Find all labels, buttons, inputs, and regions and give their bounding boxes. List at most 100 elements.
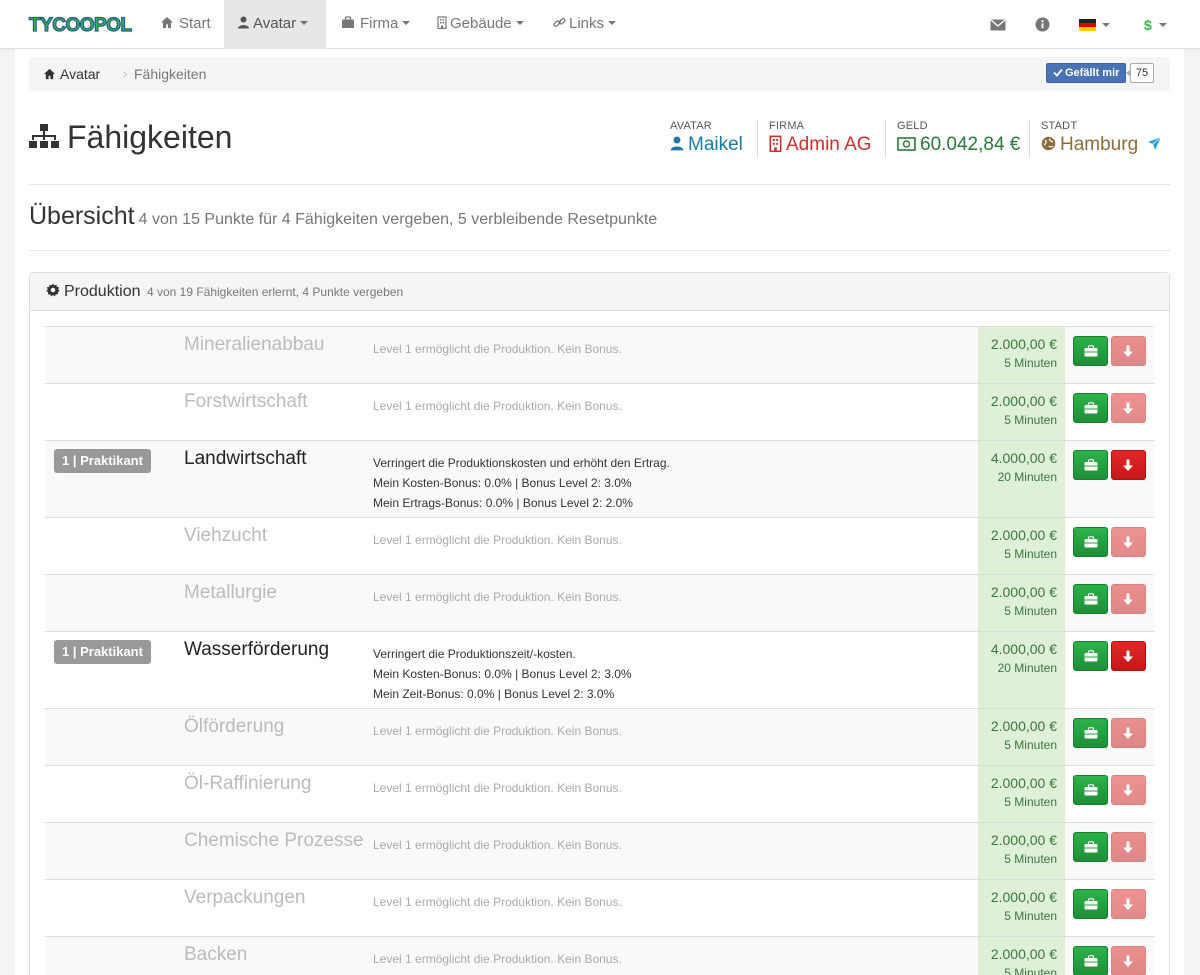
skill-name: Viehzucht — [184, 525, 268, 546]
plane-icon[interactable] — [1147, 136, 1162, 151]
stat-stadt-value[interactable]: Hamburg — [1041, 134, 1162, 156]
skill-description-line: Mein Kosten-Bonus: 0.0% | Bonus Level 2:… — [373, 476, 632, 490]
learn-skill-button[interactable] — [1073, 584, 1108, 614]
nav-avatar[interactable]: Avatar — [224, 0, 326, 49]
arrow-down-icon — [1123, 841, 1133, 853]
stat-divider — [757, 120, 758, 158]
learn-skill-button[interactable] — [1073, 889, 1108, 919]
reset-skill-button[interactable] — [1111, 641, 1146, 671]
sitemap-icon — [29, 124, 59, 148]
skill-level-badge: 1 | Praktikant — [54, 449, 151, 473]
breadcrumb-home-label: Avatar — [60, 66, 101, 82]
like-button[interactable]: Gefällt mir — [1046, 63, 1127, 83]
breadcrumb-home[interactable]: Avatar — [43, 66, 100, 82]
skill-cost: 2.000,00 € 5 Minuten — [978, 709, 1065, 765]
briefcase-icon — [1084, 898, 1098, 910]
skill-name: Öl-Raffinierung — [184, 773, 312, 794]
main-container: Avatar › Fähigkeiten Gefällt mir 75 Fähi… — [15, 49, 1184, 975]
skill-description: Level 1 ermöglicht die Produktion. Kein … — [373, 587, 622, 607]
reset-skill-button[interactable] — [1111, 527, 1146, 557]
skill-cost-amount: 2.000,00 € — [990, 775, 1057, 791]
money-dropdown[interactable]: $ — [1143, 0, 1167, 49]
panel-heading: Produktion 4 von 19 Fähigkeiten erlernt,… — [30, 273, 1169, 311]
skill-row: Chemische Prozesse Level 1 ermöglicht die… — [45, 822, 1154, 879]
stat-stadt: STADT Hamburg — [1041, 120, 1162, 156]
reset-skill-button[interactable] — [1111, 889, 1146, 919]
learn-skill-button[interactable] — [1073, 832, 1108, 862]
arrow-down-icon — [1123, 650, 1133, 662]
reset-skill-button[interactable] — [1111, 336, 1146, 366]
briefcase-icon — [1084, 593, 1098, 605]
info-button[interactable] — [1035, 0, 1050, 49]
skill-cost-time: 5 Minuten — [1004, 604, 1057, 618]
stat-firma: FIRMA Admin AG — [769, 120, 872, 156]
skill-cost: 4.000,00 € 20 Minuten — [978, 441, 1065, 517]
skill-cost-amount: 2.000,00 € — [990, 946, 1057, 962]
nav-firma[interactable]: Firma — [331, 0, 420, 49]
skill-description-line: Level 1 ermöglicht die Produktion. Kein … — [373, 781, 622, 795]
skill-row: Ölförderung Level 1 ermöglicht die Produk… — [45, 708, 1154, 765]
skill-row: Mineralienabbau Level 1 ermöglicht die Pr… — [45, 326, 1154, 383]
messages-button[interactable] — [990, 0, 1006, 49]
stat-avatar-value[interactable]: Maikel — [670, 134, 743, 156]
reset-skill-button[interactable] — [1111, 450, 1146, 480]
skill-description-line: Verringert die Produktionszeit/-kosten. — [373, 647, 576, 661]
reset-skill-button[interactable] — [1111, 832, 1146, 862]
learn-skill-button[interactable] — [1073, 641, 1108, 671]
skill-cost: 2.000,00 € 5 Minuten — [978, 937, 1065, 975]
page-title-text: Fähigkeiten — [67, 119, 233, 155]
skill-cost-time: 5 Minuten — [1004, 966, 1057, 975]
nav-avatar-label: Avatar — [253, 15, 297, 32]
reset-skill-button[interactable] — [1111, 393, 1146, 423]
skill-cost: 2.000,00 € 5 Minuten — [978, 575, 1065, 631]
like-count: 75 — [1126, 63, 1154, 83]
logo-text: TYCOOPOLIS — [29, 15, 132, 36]
panel-title: Produktion — [64, 283, 141, 300]
divider — [29, 184, 1170, 185]
breadcrumb-current: Fähigkeiten — [134, 66, 207, 82]
nav-firma-label: Firma — [360, 15, 399, 32]
skill-cost-time: 20 Minuten — [997, 470, 1057, 484]
reset-skill-button[interactable] — [1111, 584, 1146, 614]
nav-gebaeude[interactable]: Gebäude — [427, 0, 534, 49]
reset-skill-button[interactable] — [1111, 775, 1146, 805]
skill-description-line: Mein Zeit-Bonus: 0.0% | Bonus Level 2: 3… — [373, 687, 615, 701]
stat-avatar-label: AVATAR — [670, 120, 712, 132]
stat-geld-value[interactable]: 60.042,84 € — [897, 134, 1020, 156]
skill-description-line: Level 1 ermöglicht die Produktion. Kein … — [373, 399, 622, 413]
overview-heading: Übersicht 4 von 15 Punkte für 4 Fähigkeit… — [29, 202, 657, 231]
skill-description-line: Level 1 ermöglicht die Produktion. Kein … — [373, 952, 622, 966]
skill-row: 1 | Praktikant Landwirtschaft Verringert d… — [45, 440, 1154, 517]
skill-cost-time: 5 Minuten — [1004, 547, 1057, 561]
learn-skill-button[interactable] — [1073, 527, 1108, 557]
link-icon — [553, 18, 566, 27]
svg-text:$: $ — [1144, 17, 1152, 33]
money-icon: $ — [1144, 17, 1152, 33]
skill-row: Forstwirtschaft Level 1 ermöglicht die Pr… — [45, 383, 1154, 440]
nav-links[interactable]: Links — [543, 0, 626, 49]
stat-geld-text: 60.042,84 € — [920, 134, 1021, 155]
skill-cost: 2.000,00 € 5 Minuten — [978, 766, 1065, 822]
tycoopolis-logo[interactable]: TYCOOPOLIS — [28, 9, 132, 39]
gear-icon — [46, 283, 60, 297]
skill-name: Ölförderung — [184, 716, 285, 737]
learn-skill-button[interactable] — [1073, 718, 1108, 748]
learn-skill-button[interactable] — [1073, 336, 1108, 366]
skill-description: Level 1 ermöglicht die Produktion. Kein … — [373, 949, 622, 969]
learn-skill-button[interactable] — [1073, 393, 1108, 423]
reset-skill-button[interactable] — [1111, 946, 1146, 975]
stat-divider — [885, 120, 886, 158]
banknote-icon — [897, 137, 916, 151]
chevron-down-icon — [300, 21, 309, 25]
stat-stadt-text: Hamburg — [1060, 134, 1139, 155]
language-dropdown[interactable] — [1079, 0, 1110, 49]
skill-description: Level 1 ermöglicht die Produktion. Kein … — [373, 835, 622, 855]
learn-skill-button[interactable] — [1073, 450, 1108, 480]
learn-skill-button[interactable] — [1073, 946, 1108, 975]
learn-skill-button[interactable] — [1073, 775, 1108, 805]
stat-firma-value[interactable]: Admin AG — [769, 134, 872, 156]
reset-skill-button[interactable] — [1111, 718, 1146, 748]
skill-description-line: Level 1 ermöglicht die Produktion. Kein … — [373, 895, 622, 909]
nav-start[interactable]: Start — [150, 0, 221, 49]
briefcase-icon — [1084, 955, 1098, 967]
